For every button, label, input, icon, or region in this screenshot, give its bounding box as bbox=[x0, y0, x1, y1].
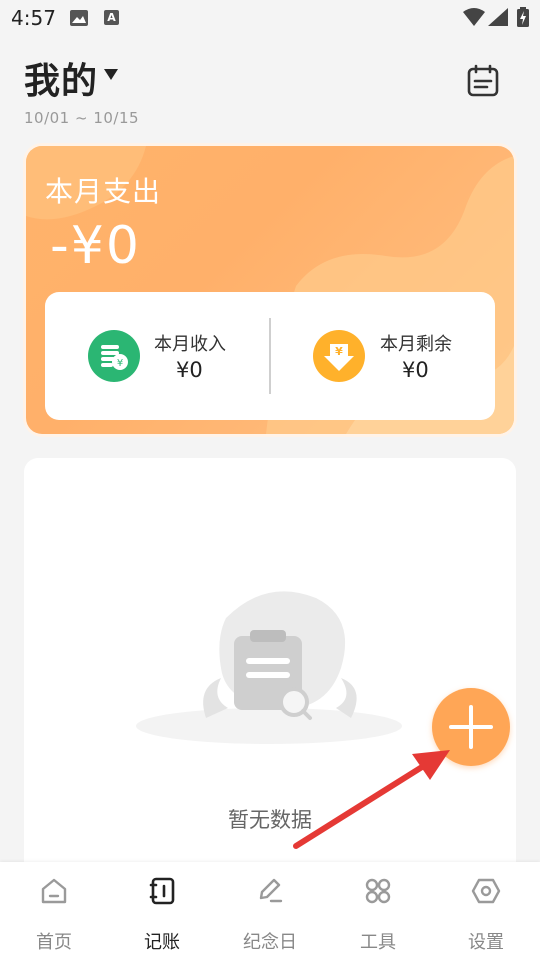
income-label: 本月收入 bbox=[154, 334, 226, 355]
screen: 4:57 A 我的 10/01 ~ 10/15 本月支出 -¥0 ¥ 本月收入 … bbox=[0, 0, 540, 960]
date-range: 10/01 ~ 10/15 bbox=[24, 109, 140, 127]
edit-icon bbox=[259, 878, 283, 903]
income-value: ¥0 bbox=[176, 358, 203, 382]
nav-label-tools: 工具 bbox=[360, 932, 396, 953]
divider bbox=[269, 318, 271, 394]
svg-text:¥: ¥ bbox=[117, 358, 123, 369]
settings-icon bbox=[471, 878, 501, 904]
income-remaining-panel: ¥ 本月收入 ¥0 ¥ 本月剩余 ¥0 bbox=[45, 292, 495, 420]
nav-item-anniversary[interactable]: 纪念日 bbox=[216, 862, 324, 960]
battery-charging-icon bbox=[517, 7, 529, 27]
income-coins-icon: ¥ bbox=[88, 330, 140, 382]
expense-value: -¥0 bbox=[50, 216, 141, 276]
nav-label-home: 首页 bbox=[36, 932, 72, 953]
remaining-label: 本月剩余 bbox=[380, 334, 452, 355]
nav-item-home[interactable]: 首页 bbox=[0, 862, 108, 960]
gallery-notification-icon bbox=[70, 10, 88, 26]
expense-label: 本月支出 bbox=[45, 175, 162, 208]
notebook-icon bbox=[149, 877, 175, 905]
nav-label-settings: 设置 bbox=[468, 932, 504, 953]
nav-item-tools[interactable]: 工具 bbox=[324, 862, 432, 960]
empty-clipboard-icon bbox=[136, 591, 402, 744]
wifi-icon bbox=[463, 8, 485, 26]
status-time: 4:57 bbox=[11, 6, 56, 30]
signal-icon bbox=[488, 8, 508, 26]
nav-item-settings[interactable]: 设置 bbox=[432, 862, 540, 960]
yen-glyph: ¥ bbox=[335, 345, 343, 358]
nav-label-anniversary: 纪念日 bbox=[243, 932, 297, 953]
annotation-arrow-icon bbox=[293, 750, 450, 849]
home-icon bbox=[41, 878, 67, 904]
remaining-value: ¥0 bbox=[402, 358, 429, 382]
monthly-summary-card: 本月支出 -¥0 ¥ 本月收入 ¥0 ¥ 本月剩余 ¥0 bbox=[26, 146, 514, 434]
calendar-icon[interactable] bbox=[466, 64, 500, 98]
caret-down-icon[interactable] bbox=[104, 69, 118, 80]
nav-label-bookkeeping: 记账 bbox=[144, 932, 180, 953]
page-title[interactable]: 我的 bbox=[24, 52, 98, 104]
status-bar: 4:57 A bbox=[0, 0, 540, 36]
grid-icon bbox=[365, 878, 391, 904]
nav-item-bookkeeping[interactable]: 记账 bbox=[108, 862, 216, 960]
remaining-arrow-icon: ¥ bbox=[313, 330, 365, 382]
bottom-nav: 首页 记账 纪念日 工具 设置 bbox=[0, 862, 540, 960]
a-notification-icon: A bbox=[104, 10, 119, 25]
